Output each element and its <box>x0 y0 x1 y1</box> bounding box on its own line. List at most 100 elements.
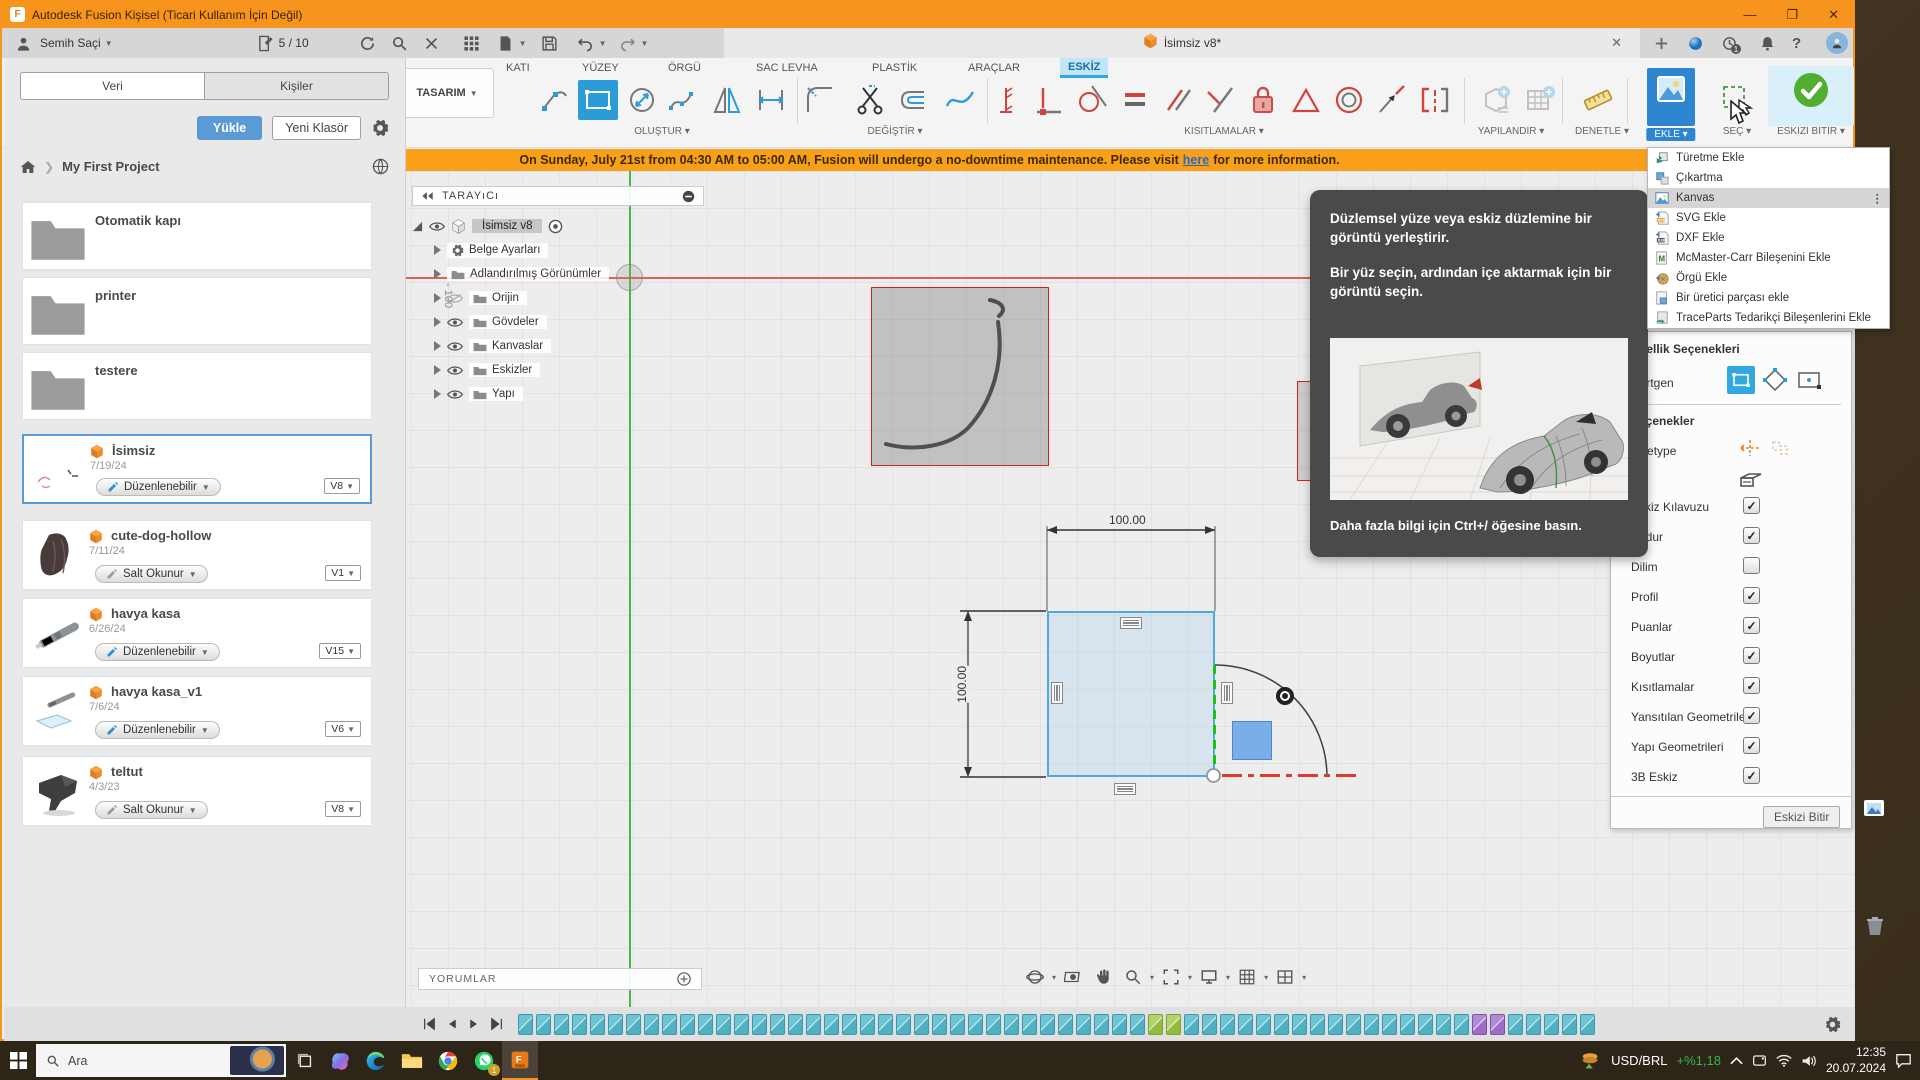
group-label-finish-sketch[interactable]: ESKIZI BITIR ▾ <box>1777 126 1845 137</box>
job-status-icon[interactable] <box>253 32 279 54</box>
task-view-icon[interactable] <box>286 1041 322 1080</box>
tray-chevron-icon[interactable] <box>1730 1056 1743 1065</box>
timeline-feature-icon[interactable] <box>1346 1014 1361 1035</box>
browser-node-row[interactable]: Eskizler <box>434 358 704 382</box>
undo-caret[interactable]: ▼ <box>599 39 607 48</box>
timeline-feature-icon[interactable] <box>1508 1014 1523 1035</box>
undo-icon[interactable] <box>573 32 599 54</box>
user-avatar[interactable] <box>1826 32 1848 54</box>
timeline-feature-icon[interactable] <box>608 1014 623 1035</box>
timeline-feature-icon[interactable] <box>1580 1014 1595 1035</box>
folder-card[interactable]: testere <box>22 352 372 420</box>
clock-widget[interactable]: 12:35 20.07.2024 <box>1826 1045 1886 1076</box>
document-tab-close-icon[interactable]: ✕ <box>1611 35 1622 51</box>
home-icon[interactable] <box>20 160 36 174</box>
offset-tool-icon[interactable] <box>894 80 934 120</box>
configure-feature-icon[interactable] <box>1476 80 1516 120</box>
zoom-icon[interactable] <box>1120 966 1146 988</box>
spline-tool-icon[interactable] <box>663 80 703 120</box>
folder-card[interactable]: Otomatik kapı <box>22 202 372 270</box>
timeline-feature-icon[interactable] <box>1022 1014 1037 1035</box>
constraint-coincident-icon[interactable] <box>986 80 1026 120</box>
constraint-badge-top[interactable] <box>1120 617 1142 629</box>
group-label-insert[interactable]: EKLE ▾ <box>1646 128 1695 141</box>
timeline-feature-icon[interactable] <box>896 1014 911 1035</box>
menu-item-kanvas[interactable]: Kanvas ⋮ <box>1648 188 1889 208</box>
eye-icon[interactable] <box>447 365 463 376</box>
fillet-tool-icon[interactable] <box>800 80 840 120</box>
whatsapp-icon[interactable]: 1 <box>466 1041 502 1080</box>
new-folder-button[interactable]: Yeni Klasör <box>272 116 361 140</box>
constraint-perpendicular-icon[interactable] <box>1200 80 1240 120</box>
pan-icon[interactable] <box>1090 966 1116 988</box>
clear-search-icon[interactable] <box>419 32 445 54</box>
upload-button[interactable]: Yükle <box>197 116 262 140</box>
constraint-tangent-icon[interactable] <box>1072 80 1112 120</box>
document-tab-label[interactable]: İsimsiz v8* <box>1164 36 1221 50</box>
timeline-feature-icon[interactable] <box>968 1014 983 1035</box>
access-pill[interactable]: Düzenlenebilir▼ <box>95 721 220 739</box>
constraint-parallel-icon[interactable] <box>1158 80 1198 120</box>
menu-item-dxf[interactable]: DXF DXF Ekle <box>1648 228 1889 248</box>
expand-arrow-icon[interactable] <box>412 221 423 232</box>
menu-item-cikartma[interactable]: Çıkartma <box>1648 168 1889 188</box>
constraint-fix-lock-icon[interactable] <box>1243 80 1283 120</box>
timeline-feature-icon[interactable] <box>860 1014 875 1035</box>
canvas-image[interactable] <box>871 287 1049 466</box>
circle-tool-icon[interactable] <box>622 80 662 120</box>
version-selector[interactable]: V15▼ <box>319 643 361 659</box>
minimize-button[interactable]: — <box>1743 7 1756 23</box>
expand-arrow-icon[interactable] <box>434 245 441 255</box>
browser-node-row[interactable]: Kanvaslar <box>434 334 704 358</box>
start-button[interactable] <box>0 1041 36 1080</box>
timeline-gear-icon[interactable] <box>1824 1016 1841 1033</box>
eye-icon[interactable] <box>447 389 463 400</box>
tab-sac-levha[interactable]: SAC LEVHA <box>748 58 826 78</box>
banner-link[interactable]: here <box>1183 153 1209 167</box>
desktop-shortcut-icon[interactable] <box>1864 800 1884 816</box>
timeline-play-icon[interactable] <box>468 1017 480 1031</box>
tab-plastik[interactable]: PLASTİK <box>864 58 925 78</box>
timeline-feature-icon[interactable] <box>752 1014 767 1035</box>
timeline-feature-icon[interactable] <box>716 1014 731 1035</box>
timeline-feature-icon[interactable] <box>662 1014 677 1035</box>
browser-node-row[interactable]: Gövdeler <box>434 310 704 334</box>
group-label-select[interactable]: SEÇ ▾ <box>1723 126 1751 137</box>
new-tab-icon[interactable] <box>1648 32 1674 54</box>
construction-linetype-icon[interactable] <box>1739 438 1761 463</box>
timeline-feature-icon[interactable] <box>878 1014 893 1035</box>
fusion-taskbar-icon[interactable]: F <box>502 1041 538 1080</box>
tab-kati[interactable]: KATI <box>498 58 538 78</box>
wifi-icon[interactable] <box>1776 1054 1792 1067</box>
version-selector[interactable]: V1▼ <box>325 565 361 581</box>
taskbar-search-box[interactable]: Ara <box>36 1044 286 1077</box>
timeline-feature-icon[interactable] <box>842 1014 857 1035</box>
edge-icon[interactable] <box>358 1041 394 1080</box>
timeline-feature-icon[interactable] <box>806 1014 821 1035</box>
checkbox-snap[interactable]: ✓ <box>1743 527 1760 544</box>
rect-center-icon[interactable] <box>1797 370 1821 395</box>
browser-node-label[interactable]: Yapı <box>492 388 515 400</box>
timeline-go-end-icon[interactable] <box>490 1017 504 1031</box>
timeline-feature-icon[interactable] <box>1526 1014 1541 1035</box>
notification-bell-icon[interactable] <box>1754 32 1780 54</box>
volume-icon[interactable] <box>1801 1054 1817 1068</box>
sketch-rectangle[interactable] <box>1047 611 1215 777</box>
timeline-feature-icon[interactable] <box>698 1014 713 1035</box>
projected-linetype-icon[interactable] <box>1769 438 1791 463</box>
close-button[interactable]: ✕ <box>1828 7 1839 23</box>
menu-item-orgu[interactable]: Örgü Ekle <box>1648 268 1889 288</box>
constraint-symmetry-icon[interactable] <box>1286 80 1326 120</box>
checkbox-dimensions[interactable]: ✓ <box>1743 647 1760 664</box>
timeline-feature-icon[interactable] <box>1472 1014 1487 1035</box>
group-label-create[interactable]: OLUŞTUR ▾ <box>634 126 690 137</box>
eye-off-icon[interactable] <box>447 293 463 304</box>
dimension-width-label[interactable]: 100.00 <box>1106 513 1149 527</box>
tab-yuzey[interactable]: YÜZEY <box>574 58 627 78</box>
group-label-inspect[interactable]: DENETLE ▾ <box>1575 126 1629 137</box>
tray-device-icon[interactable] <box>1752 1054 1767 1068</box>
fit-icon[interactable] <box>1158 966 1184 988</box>
finish-sketch-button[interactable] <box>1768 66 1854 126</box>
browser-node-label[interactable]: Gövdeler <box>492 316 539 328</box>
orbit-icon[interactable] <box>1022 966 1048 988</box>
